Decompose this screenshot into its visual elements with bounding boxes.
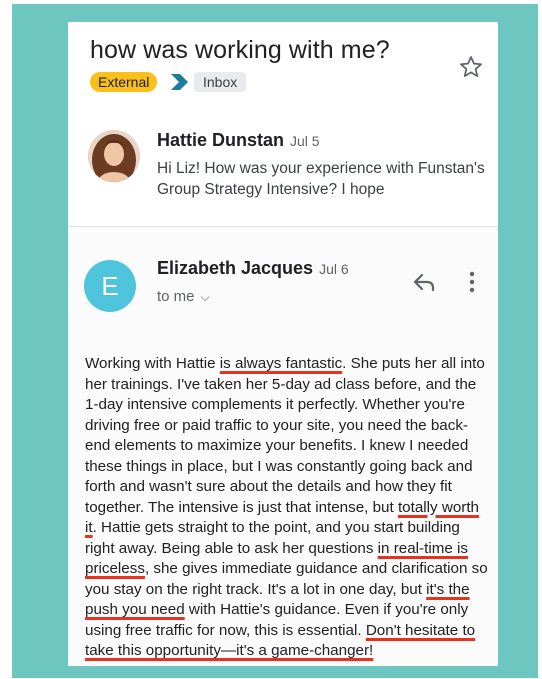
message-divider bbox=[68, 226, 498, 227]
sender-name: Elizabeth Jacques Jul 6 bbox=[157, 258, 349, 278]
avatar[interactable] bbox=[88, 130, 140, 182]
collapsed-message[interactable]: Hattie Dunstan Jul 5 Hi Liz! How was your… bbox=[68, 122, 498, 224]
email-card: how was working with me? External Inbox … bbox=[68, 22, 498, 666]
inbox-label-chip[interactable]: Inbox bbox=[194, 72, 247, 92]
more-vert-icon[interactable] bbox=[466, 270, 478, 294]
body-text-segment: Working with Hattie bbox=[85, 355, 220, 372]
chevron-down-icon: ⌵ bbox=[200, 290, 210, 304]
body-text-segment: . She puts her all into her trainings. I… bbox=[85, 355, 485, 516]
message-date: Jul 5 bbox=[290, 133, 320, 149]
reply-icon[interactable] bbox=[412, 272, 436, 292]
recipient-details-toggle[interactable]: to me ⌵ bbox=[157, 288, 210, 305]
message-snippet: Hi Liz! How was your experience with Fun… bbox=[157, 160, 485, 198]
message-body: Working with Hattie is always fantastic.… bbox=[85, 354, 490, 662]
avatar-photo-image bbox=[88, 130, 140, 182]
avatar[interactable]: E bbox=[84, 260, 136, 312]
email-subject: how was working with me? bbox=[90, 36, 390, 64]
highlighted-phrase: is always fantastic bbox=[219, 355, 343, 372]
message-date: Jul 6 bbox=[319, 261, 349, 277]
label-chevron-icon bbox=[171, 74, 188, 90]
external-label-chip[interactable]: External bbox=[90, 72, 158, 92]
sender-name: Hattie Dunstan Jul 5 bbox=[157, 130, 320, 150]
expanded-message: E Elizabeth Jacques Jul 6 to me ⌵ Working … bbox=[68, 232, 498, 666]
star-icon[interactable] bbox=[458, 54, 484, 80]
